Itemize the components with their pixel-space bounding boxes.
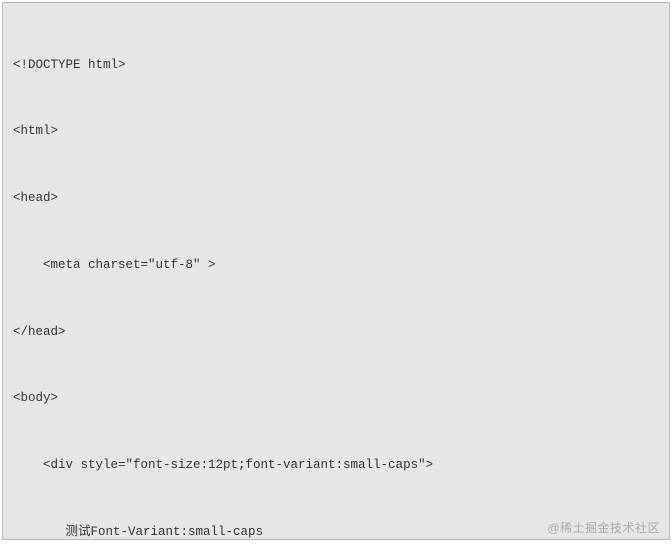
code-line: <html> <box>13 120 659 142</box>
code-line: </head> <box>13 321 659 343</box>
code-line: 测试Font-Variant:small-caps <box>13 521 659 540</box>
code-line: <div style="font-size:12pt;font-variant:… <box>13 454 659 476</box>
code-line: <!DOCTYPE html> <box>13 54 659 76</box>
code-line: <body> <box>13 387 659 409</box>
code-line: <meta charset="utf-8" > <box>13 254 659 276</box>
code-container: <!DOCTYPE html> <html> <head> <meta char… <box>2 2 670 540</box>
code-line: <head> <box>13 187 659 209</box>
